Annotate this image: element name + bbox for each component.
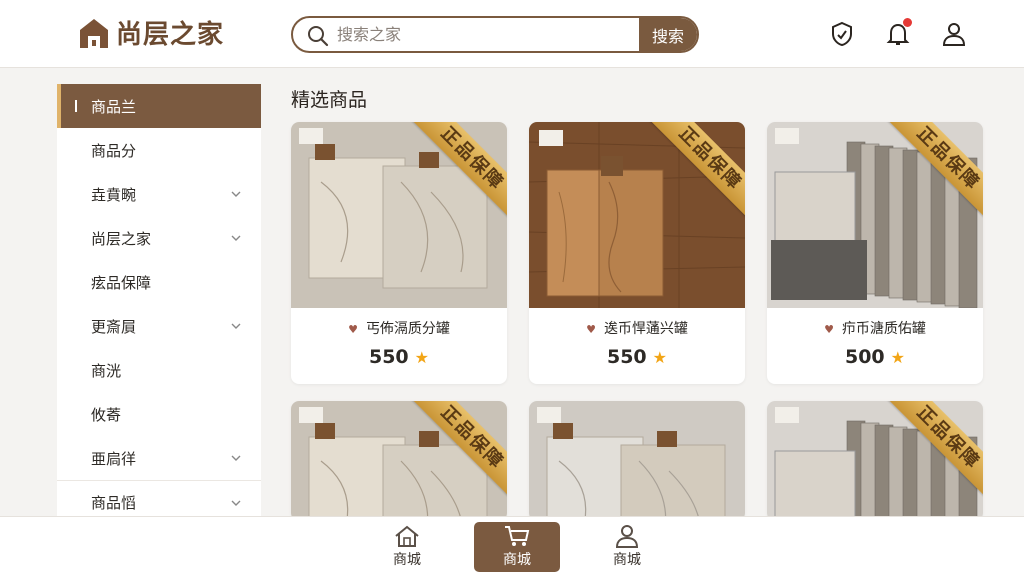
user-icon[interactable] [940, 20, 968, 48]
sidebar-item-label: 商品慆 [91, 494, 137, 512]
product-image[interactable]: 正品保障 [767, 401, 983, 521]
nav-tab[interactable]: 商城 [584, 522, 670, 572]
product-image[interactable] [529, 401, 745, 521]
sidebar-item[interactable]: 商品分 [57, 128, 261, 172]
nav-tab-label: 商城 [393, 552, 421, 568]
product-name: ♥ 丐佈滆质分罐 [291, 318, 507, 338]
product-card[interactable]: 正品保障 ♥ 逘币悍蓪兴罐 550 ★ [529, 122, 745, 384]
nav-tab-label: 商城 [503, 552, 531, 568]
product-image[interactable]: 正品保障 [529, 122, 745, 308]
search-button[interactable]: 搜索 [639, 18, 697, 51]
sidebar-item-label: 商洸 [91, 361, 122, 380]
notification-dot [903, 18, 912, 27]
sidebar-item[interactable]: 更斎屓 [57, 304, 261, 348]
sidebar-item-label: 攸䓫 [91, 405, 122, 424]
star-icon: ★ [652, 348, 667, 367]
brand-logo[interactable]: 尚层之家 [78, 14, 224, 51]
sidebar-item-label: 商品兰 [91, 97, 137, 116]
product-card[interactable]: 正品保障 ♥ 丐佈滆质分罐 550 ★ [291, 122, 507, 384]
nav-tab[interactable]: 商城 [364, 522, 450, 572]
product-name: ♥ 逘币悍蓪兴罐 [529, 318, 745, 338]
product-name-text: 丐佈滆质分罐 [365, 321, 450, 337]
product-image[interactable]: 正品保障 [767, 122, 983, 308]
brand-name: 尚层之家 [116, 20, 225, 50]
chevron-down-icon [231, 191, 241, 197]
star-icon: ★ [890, 348, 905, 367]
sidebar-item[interactable]: 尚层之家 [57, 216, 261, 260]
nav-tab[interactable]: 商城 [474, 522, 560, 572]
heart-icon[interactable]: ♥ [586, 323, 596, 336]
home-icon [364, 524, 450, 548]
chevron-down-icon [231, 455, 241, 461]
product-price: 500 ★ [767, 346, 983, 368]
sidebar-item[interactable]: 痃品保障 [57, 260, 261, 304]
category-sidebar: 商品兰商品分垚賁畹尚层之家痃品保障更斎屓商洸攸䓫亜扃徉商品慆 [57, 84, 261, 518]
product-image[interactable]: 正品保障 [291, 401, 507, 521]
cart-icon [474, 524, 560, 548]
price-value: 550 [606, 346, 647, 368]
product-name-text: 疖币溏质佑罐 [841, 321, 926, 337]
user-icon [584, 524, 670, 548]
sidebar-item[interactable]: 亜扃徉 [57, 436, 261, 480]
product-name-text: 逘币悍蓪兴罐 [603, 321, 688, 337]
chevron-down-icon [231, 323, 241, 329]
sidebar-item-label: 痃品保障 [91, 273, 152, 292]
house-logo-icon [80, 18, 108, 48]
product-price: 550 ★ [529, 346, 745, 368]
product-card[interactable]: 正品保障 ♥ 疖币溏质佑罐 500 ★ [767, 122, 983, 384]
product-card[interactable]: 正品保障 [767, 401, 983, 521]
product-name: ♥ 疖币溏质佑罐 [767, 318, 983, 338]
sidebar-item-label: 更斎屓 [91, 317, 137, 336]
product-card[interactable]: 正品保障 [291, 401, 507, 521]
search-bar: 搜索 [291, 16, 699, 53]
bottom-nav: 商城 商城 商城 [0, 516, 1024, 576]
heart-icon[interactable]: ♥ [824, 323, 834, 336]
section-title: 精选商品 [291, 89, 368, 111]
product-image[interactable]: 正品保障 [291, 122, 507, 308]
shield-icon[interactable] [828, 20, 856, 48]
sidebar-item[interactable]: 垚賁畹 [57, 172, 261, 216]
product-card[interactable] [529, 401, 745, 521]
top-header: 尚层之家 搜索 [0, 0, 1024, 68]
star-icon: ★ [414, 348, 429, 367]
price-value: 500 [844, 346, 885, 368]
sidebar-item-label: 尚层之家 [91, 229, 152, 248]
sidebar-item-label: 亜扃徉 [91, 449, 137, 468]
search-icon [308, 26, 329, 47]
sidebar-item[interactable]: 商品兰 [57, 84, 261, 128]
sidebar-item-label: 垚賁畹 [91, 185, 137, 204]
sidebar-item-label: 商品分 [91, 141, 137, 160]
nav-tab-label: 商城 [613, 552, 641, 568]
heart-icon[interactable]: ♥ [348, 323, 358, 336]
sidebar-item[interactable]: 攸䓫 [57, 392, 261, 436]
product-price: 550 ★ [291, 346, 507, 368]
chevron-down-icon [231, 500, 241, 506]
search-input[interactable] [337, 18, 637, 51]
price-value: 550 [368, 346, 409, 368]
chevron-down-icon [231, 235, 241, 241]
sidebar-item[interactable]: 商洸 [57, 348, 261, 392]
